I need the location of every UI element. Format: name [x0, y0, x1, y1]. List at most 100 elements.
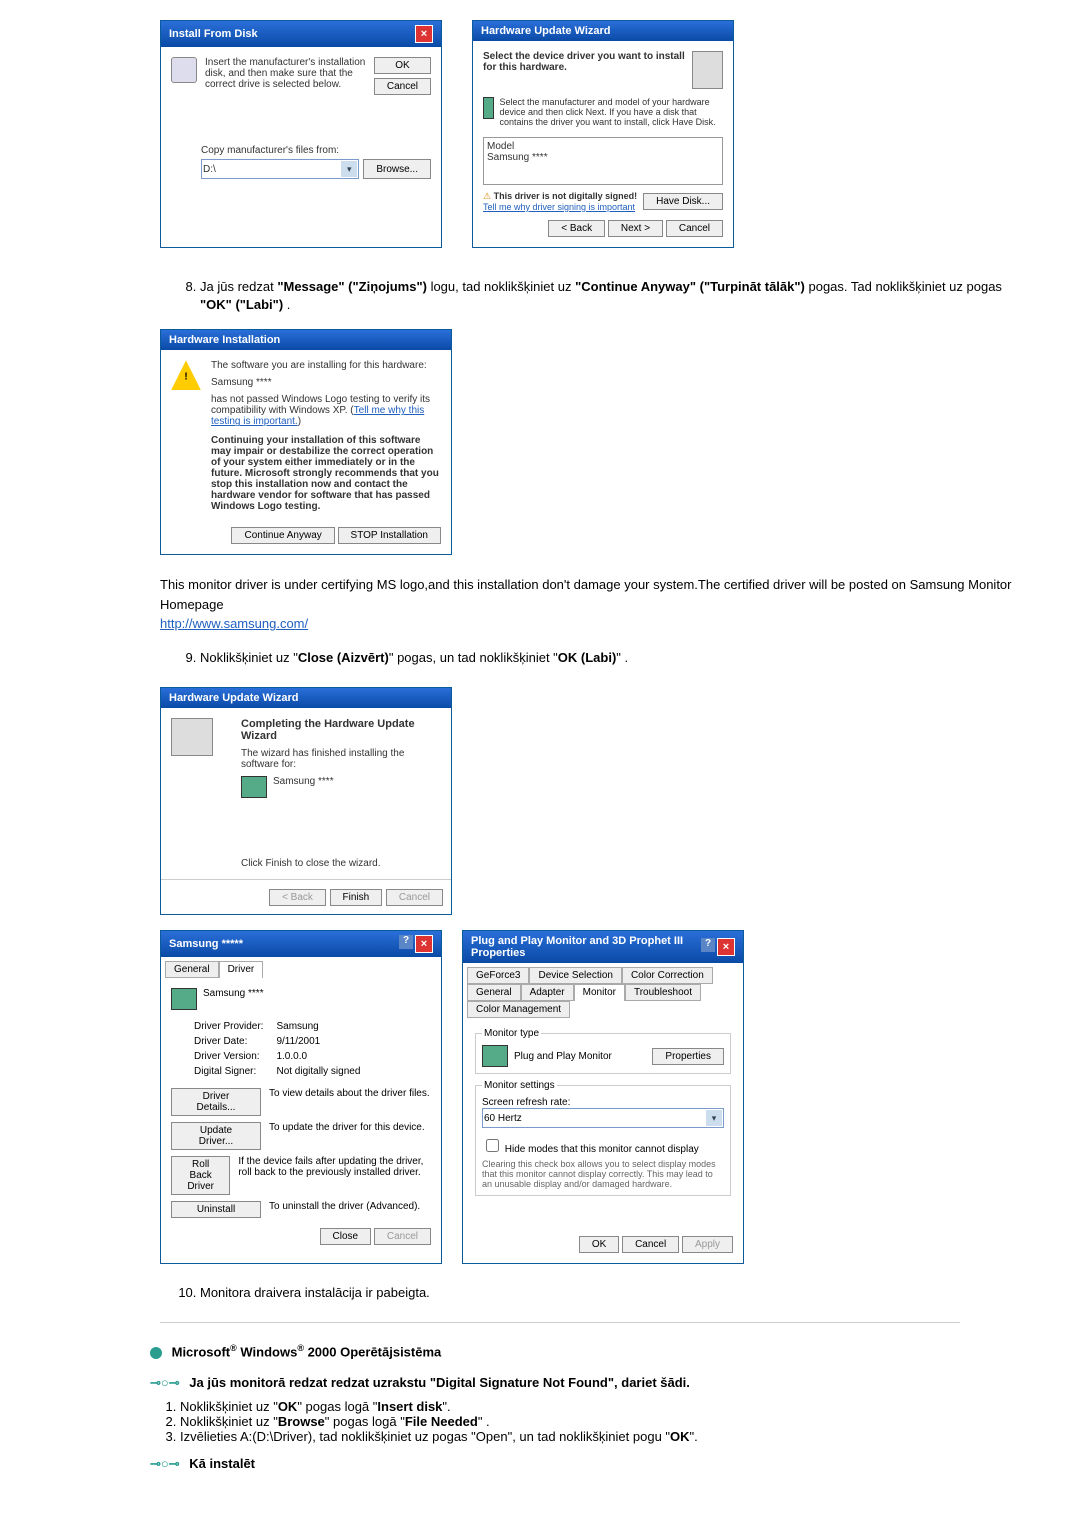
- tip-text: Select the manufacturer and model of you…: [500, 97, 723, 127]
- tab-color-mgmt[interactable]: Color Management: [467, 1001, 570, 1018]
- signing-link[interactable]: Tell me why driver signing is important: [483, 202, 635, 212]
- step-8: Ja jūs redzat "Message" ("Ziņojums") log…: [200, 278, 1020, 314]
- dialog-title: Plug and Play Monitor and 3D Prophet III…: [471, 935, 701, 959]
- instruction-text: Insert the manufacturer's installation d…: [205, 57, 366, 95]
- hide-modes-desc: Clearing this check box allows you to se…: [482, 1159, 724, 1189]
- tab-troubleshoot[interactable]: Troubleshoot: [625, 984, 701, 1001]
- properties-button[interactable]: Properties: [652, 1048, 724, 1065]
- ok-button[interactable]: OK: [374, 57, 431, 74]
- hardware-installation-dialog: Hardware Installation The software you a…: [160, 329, 452, 555]
- w2k-item-1: Noklikšķiniet uz "OK" pogas logā "Insert…: [180, 1399, 1020, 1414]
- disk-icon: [171, 57, 197, 83]
- ok-button[interactable]: OK: [579, 1236, 619, 1253]
- close-icon[interactable]: ×: [415, 935, 433, 953]
- back-button[interactable]: < Back: [548, 220, 605, 237]
- tab-general[interactable]: General: [467, 984, 521, 1001]
- refresh-value: 60 Hertz: [484, 1113, 522, 1124]
- browse-button[interactable]: Browse...: [363, 159, 431, 179]
- wizard-icon: [692, 51, 723, 89]
- bullet-icon: [150, 1347, 162, 1359]
- divider: [160, 1322, 960, 1323]
- tab-device-selection[interactable]: Device Selection: [529, 967, 621, 984]
- version-value: 1.0.0.0: [266, 1050, 361, 1063]
- close-icon[interactable]: ×: [717, 938, 735, 956]
- tab-driver[interactable]: Driver: [219, 961, 264, 978]
- sub-bullet-icon: ⊸○⊸: [150, 1456, 180, 1472]
- titlebar: Hardware Update Wizard: [161, 688, 451, 708]
- finish-button[interactable]: Finish: [330, 889, 383, 906]
- cancel-button[interactable]: Cancel: [622, 1236, 679, 1253]
- wizard-icon: [171, 718, 213, 756]
- update-driver-button[interactable]: Update Driver...: [171, 1122, 261, 1150]
- monitor-icon: [482, 1045, 508, 1067]
- install-line2: has not passed Windows Logo testing to v…: [211, 394, 441, 427]
- titlebar: Plug and Play Monitor and 3D Prophet III…: [463, 931, 743, 963]
- rollback-desc: If the device fails after updating the d…: [238, 1156, 431, 1195]
- refresh-select[interactable]: 60 Hertz ▾: [482, 1108, 724, 1128]
- hide-modes-checkbox[interactable]: [486, 1139, 499, 1152]
- driver-details-button[interactable]: Driver Details...: [171, 1088, 261, 1116]
- monitor-icon: [483, 97, 494, 119]
- help-icon[interactable]: ?: [399, 935, 413, 949]
- dialog-title: Install From Disk: [169, 28, 258, 40]
- uninstall-button[interactable]: Uninstall: [171, 1201, 261, 1218]
- path-value: D:\: [203, 164, 216, 175]
- date-label: Driver Date:: [193, 1035, 264, 1048]
- refresh-label: Screen refresh rate:: [482, 1097, 724, 1108]
- cancel-button: Cancel: [374, 1228, 431, 1245]
- cancel-button: Cancel: [386, 889, 443, 906]
- cancel-button[interactable]: Cancel: [374, 78, 431, 95]
- titlebar: Hardware Installation: [161, 330, 451, 350]
- warning-icon: [171, 360, 201, 390]
- step-9: Noklikšķiniet uz "Close (Aizvērt)" pogas…: [200, 649, 1020, 667]
- close-button[interactable]: Close: [320, 1228, 372, 1245]
- sub-heading-2: Kā instalēt: [189, 1456, 255, 1471]
- cancel-button[interactable]: Cancel: [666, 220, 723, 237]
- model-value: Samsung ****: [487, 152, 719, 163]
- warning-icon: ⚠: [483, 191, 491, 201]
- details-desc: To view details about the driver files.: [269, 1088, 430, 1116]
- dialog-title: Hardware Update Wizard: [169, 692, 299, 704]
- dialog-title: Samsung *****: [169, 938, 243, 950]
- install-from-disk-dialog: Install From Disk × Insert the manufactu…: [160, 20, 442, 248]
- win2000-section: Microsoft® Windows® 2000 Operētājsistēma…: [150, 1343, 1020, 1471]
- rollback-driver-button[interactable]: Roll Back Driver: [171, 1156, 230, 1195]
- install-line1: The software you are installing for this…: [211, 360, 441, 371]
- complete-line1: The wizard has finished installing the s…: [241, 748, 441, 770]
- chevron-down-icon: ▾: [706, 1110, 722, 1126]
- device-name: Samsung ****: [211, 377, 441, 388]
- certifying-note: This monitor driver is under certifying …: [160, 575, 1020, 634]
- continue-anyway-button[interactable]: Continue Anyway: [231, 527, 334, 544]
- have-disk-button[interactable]: Have Disk...: [643, 193, 723, 210]
- not-signed-text: This driver is not digitally signed!: [494, 191, 638, 201]
- monitor-name: Plug and Play Monitor: [514, 1051, 612, 1062]
- samsung-properties-dialog: Samsung ***** ? × General Driver Samsung…: [160, 930, 442, 1264]
- tab-color-correction[interactable]: Color Correction: [622, 967, 713, 984]
- uninstall-desc: To uninstall the driver (Advanced).: [269, 1201, 420, 1218]
- tab-general[interactable]: General: [165, 961, 219, 978]
- device-name: Samsung ****: [203, 988, 264, 1010]
- complete-heading: Completing the Hardware Update Wizard: [241, 718, 415, 742]
- help-icon[interactable]: ?: [701, 938, 715, 952]
- version-label: Driver Version:: [193, 1050, 264, 1063]
- tab-adapter[interactable]: Adapter: [521, 984, 574, 1001]
- warning-text: Continuing your installation of this sof…: [211, 435, 441, 512]
- device-name: Samsung ****: [273, 776, 334, 798]
- signer-value: Not digitally signed: [266, 1065, 361, 1078]
- hardware-update-wizard-dialog: Hardware Update Wizard Select the device…: [472, 20, 734, 248]
- provider-label: Driver Provider:: [193, 1020, 264, 1033]
- tab-geforce[interactable]: GeForce3: [467, 967, 529, 984]
- next-button[interactable]: Next >: [608, 220, 663, 237]
- stop-installation-button[interactable]: STOP Installation: [338, 527, 441, 544]
- w2k-item-2: Noklikšķiniet uz "Browse" pogas logā "Fi…: [180, 1414, 1020, 1429]
- close-icon[interactable]: ×: [415, 25, 433, 43]
- samsung-link[interactable]: http://www.samsung.com/: [160, 616, 308, 631]
- date-value: 9/11/2001: [266, 1035, 361, 1048]
- tab-monitor[interactable]: Monitor: [574, 984, 625, 1001]
- hide-modes-label: Hide modes that this monitor cannot disp…: [505, 1144, 699, 1155]
- signer-label: Digital Signer:: [193, 1065, 264, 1078]
- path-select[interactable]: D:\ ▾: [201, 159, 359, 179]
- chevron-down-icon: ▾: [341, 161, 357, 177]
- monitor-type-label: Monitor type: [482, 1028, 541, 1039]
- subtitle: Select the device driver you want to ins…: [483, 51, 692, 73]
